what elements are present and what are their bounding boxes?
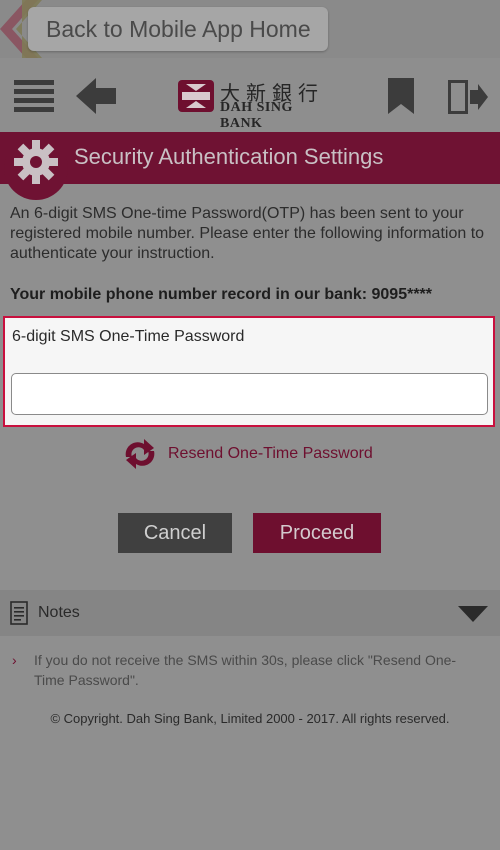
resend-otp-link[interactable]: Resend One-Time Password <box>122 439 373 469</box>
chevron-right-icon: › <box>12 652 17 668</box>
notes-list: › If you do not receive the SMS within 3… <box>12 650 482 690</box>
chevron-down-icon <box>458 606 488 622</box>
page-title-bar: Security Authentication Settings <box>0 132 500 200</box>
back-bar: Back to Mobile App Home <box>0 0 500 58</box>
gear-icon <box>14 140 58 184</box>
logout-icon[interactable] <box>448 78 488 116</box>
otp-input[interactable] <box>11 373 488 415</box>
logo-english: DAH SING BANK <box>220 100 293 131</box>
cancel-button[interactable]: Cancel <box>118 513 232 553</box>
bank-logo-mark-icon <box>178 80 214 112</box>
notes-toggle[interactable]: Notes <box>0 590 500 636</box>
notes-title: Notes <box>38 604 80 621</box>
bank-logo: 大新銀行 DAH SING BANK <box>176 78 326 131</box>
otp-label: 6-digit SMS One-Time Password <box>12 328 245 345</box>
resend-otp-label: Resend One-Time Password <box>168 445 373 462</box>
app-header: 大新銀行 DAH SING BANK <box>0 58 500 132</box>
menu-icon[interactable] <box>14 78 54 114</box>
intro-text: An 6-digit SMS One-time Password(OTP) ha… <box>10 205 485 262</box>
copyright-text: © Copyright. Dah Sing Bank, Limited 2000… <box>50 711 450 726</box>
refresh-icon <box>125 439 155 469</box>
page-title: Security Authentication Settings <box>74 144 384 169</box>
back-arrow-icon[interactable] <box>76 78 118 114</box>
bookmark-icon[interactable] <box>388 78 414 114</box>
proceed-button[interactable]: Proceed <box>253 513 381 553</box>
list-item: › If you do not receive the SMS within 3… <box>12 650 482 690</box>
otp-section: 6-digit SMS One-Time Password <box>3 316 495 427</box>
phone-record-text: Your mobile phone number record in our b… <box>10 286 433 303</box>
notes-icon <box>10 601 28 625</box>
note-text: If you do not receive the SMS within 30s… <box>34 652 457 688</box>
gear-badge <box>4 136 68 200</box>
back-to-home-button[interactable]: Back to Mobile App Home <box>28 7 328 51</box>
